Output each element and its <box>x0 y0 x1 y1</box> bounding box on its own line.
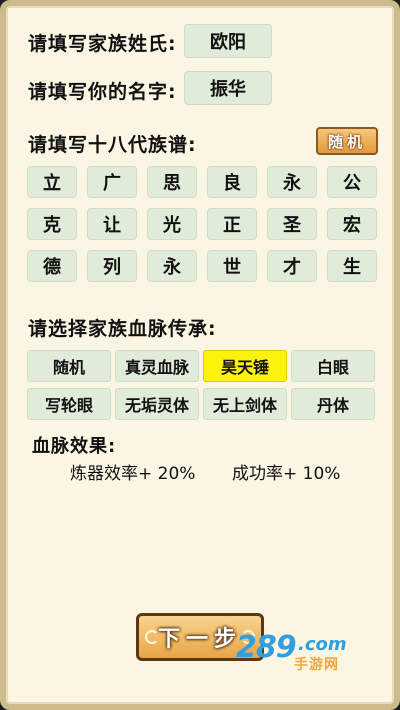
genealogy-char[interactable]: 列 <box>87 250 137 282</box>
bloodline-option[interactable]: 无上剑体 <box>203 388 287 420</box>
genealogy-char[interactable]: 永 <box>267 166 317 198</box>
genealogy-char[interactable]: 广 <box>87 166 137 198</box>
surname-label: 请填写家族姓氏: <box>28 33 177 55</box>
genealogy-char[interactable]: 生 <box>327 250 377 282</box>
genealogy-char[interactable]: 思 <box>147 166 197 198</box>
cloud-ornament-icon <box>145 630 159 644</box>
bloodline-option[interactable]: 写轮眼 <box>27 388 111 420</box>
bloodline-options: 随机 真灵血脉 昊天锤 白眼 写轮眼 无垢灵体 无上剑体 丹体 <box>27 350 375 420</box>
bloodline-effect-1: 炼器效率+ 20% <box>70 464 196 484</box>
watermark-site: 手游网 <box>294 657 339 673</box>
watermark-number: 289 <box>236 630 297 665</box>
genealogy-char[interactable]: 让 <box>87 208 137 240</box>
bloodline-option-selected[interactable]: 昊天锤 <box>203 350 287 382</box>
genealogy-char[interactable]: 宏 <box>327 208 377 240</box>
name-field[interactable]: 振华 <box>184 71 272 105</box>
genealogy-char[interactable]: 正 <box>207 208 257 240</box>
genealogy-char[interactable]: 克 <box>27 208 77 240</box>
bloodline-option[interactable]: 白眼 <box>291 350 375 382</box>
site-watermark: 289 .com 手游网 <box>236 630 372 678</box>
next-step-label: 下一步 <box>157 627 242 652</box>
bloodline-option[interactable]: 无垢灵体 <box>115 388 199 420</box>
bloodline-effect-title: 血脉效果: <box>32 436 117 457</box>
genealogy-char[interactable]: 德 <box>27 250 77 282</box>
genealogy-grid: 立 广 思 良 永 公 克 让 光 正 圣 宏 德 列 永 世 才 生 <box>27 166 380 282</box>
bloodline-option[interactable]: 丹体 <box>291 388 375 420</box>
watermark-domain: .com <box>298 634 347 655</box>
bloodline-option-random[interactable]: 随机 <box>27 350 111 382</box>
genealogy-char[interactable]: 光 <box>147 208 197 240</box>
bloodline-label: 请选择家族血脉传承: <box>28 318 217 340</box>
genealogy-char[interactable]: 才 <box>267 250 317 282</box>
bloodline-option[interactable]: 真灵血脉 <box>115 350 199 382</box>
genealogy-char[interactable]: 立 <box>27 166 77 198</box>
genealogy-char[interactable]: 公 <box>327 166 377 198</box>
genealogy-char[interactable]: 世 <box>207 250 257 282</box>
name-label: 请填写你的名字: <box>28 81 177 103</box>
genealogy-char[interactable]: 圣 <box>267 208 317 240</box>
genealogy-char[interactable]: 良 <box>207 166 257 198</box>
bloodline-effect-2: 成功率+ 10% <box>232 464 341 484</box>
genealogy-random-button[interactable]: 随机 <box>316 127 378 155</box>
genealogy-label: 请填写十八代族谱: <box>28 134 197 156</box>
surname-field[interactable]: 欧阳 <box>184 24 272 58</box>
genealogy-char[interactable]: 永 <box>147 250 197 282</box>
